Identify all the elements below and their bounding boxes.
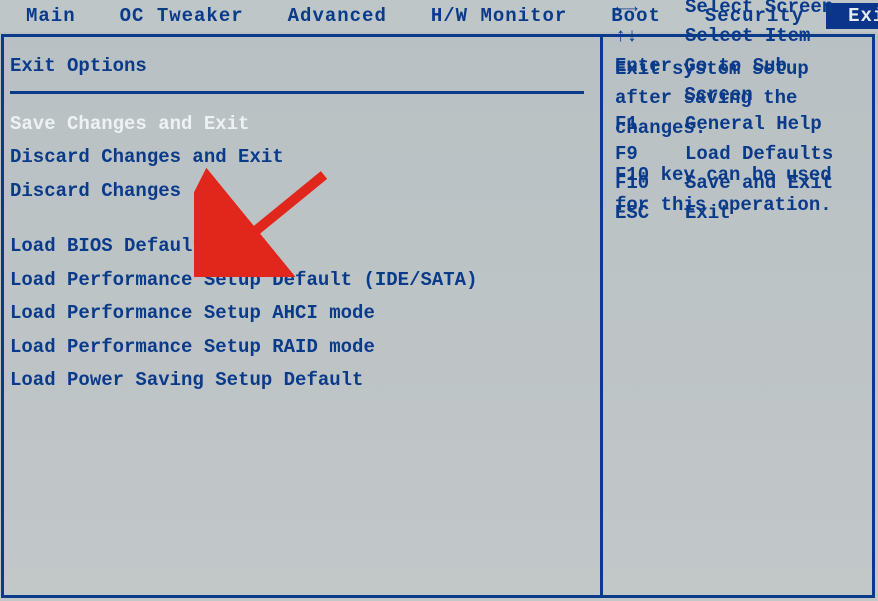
nav-label: Select Item: [685, 22, 810, 51]
nav-enter: Enter Go to Sub Screen: [615, 52, 865, 111]
menu-save-changes-exit[interactable]: Save Changes and Exit: [10, 108, 600, 141]
nav-key: F9: [615, 140, 685, 169]
nav-label: Exit: [685, 199, 731, 228]
menu-load-bios-defaults[interactable]: Load BIOS Defaults: [10, 230, 600, 263]
nav-key: Enter: [615, 52, 684, 111]
nav-select-screen: ←→ Select Screen: [615, 0, 865, 22]
nav-label: Select Screen: [685, 0, 833, 22]
nav-select-item: ↑↓ Select Item: [615, 22, 865, 51]
right-panel: Exit system setup after saving the chang…: [603, 37, 873, 238]
nav-label: Load Defaults: [685, 140, 833, 169]
menu-discard-changes-exit[interactable]: Discard Changes and Exit: [10, 141, 600, 174]
spacer: [10, 208, 600, 230]
nav-key: ←→: [615, 0, 685, 22]
menu-load-perf-raid[interactable]: Load Performance Setup RAID mode: [10, 331, 600, 364]
horizontal-rule: [10, 91, 584, 94]
nav-f10: F10 Save and Exit: [615, 169, 865, 198]
content-frame: Exit Options Save Changes and Exit Disca…: [1, 34, 875, 598]
menu-load-power-saving[interactable]: Load Power Saving Setup Default: [10, 364, 600, 397]
nav-key: ↑↓: [615, 22, 685, 51]
menu-load-perf-ahci[interactable]: Load Performance Setup AHCI mode: [10, 297, 600, 330]
nav-label: Save and Exit: [685, 169, 833, 198]
left-panel: Exit Options Save Changes and Exit Disca…: [4, 37, 600, 398]
nav-key: F1: [615, 110, 685, 139]
tab-oc-tweaker[interactable]: OC Tweaker: [98, 3, 266, 29]
bios-screen: Main OC Tweaker Advanced H/W Monitor Boo…: [0, 0, 878, 601]
tab-advanced[interactable]: Advanced: [266, 3, 409, 29]
nav-key: ESC: [615, 199, 685, 228]
menu-discard-changes[interactable]: Discard Changes: [10, 175, 600, 208]
nav-f1: F1 General Help: [615, 110, 865, 139]
nav-key: F10: [615, 169, 685, 198]
nav-help: ←→ Select Screen ↑↓ Select Item Enter Go…: [615, 0, 865, 228]
nav-label: Go to Sub Screen: [684, 52, 865, 111]
tab-main[interactable]: Main: [4, 3, 98, 29]
section-title: Exit Options: [10, 55, 600, 91]
nav-f9: F9 Load Defaults: [615, 140, 865, 169]
tab-hw-monitor[interactable]: H/W Monitor: [409, 3, 589, 29]
nav-esc: ESC Exit: [615, 199, 865, 228]
nav-label: General Help: [685, 110, 822, 139]
menu-load-perf-ide-sata[interactable]: Load Performance Setup Default (IDE/SATA…: [10, 264, 600, 297]
